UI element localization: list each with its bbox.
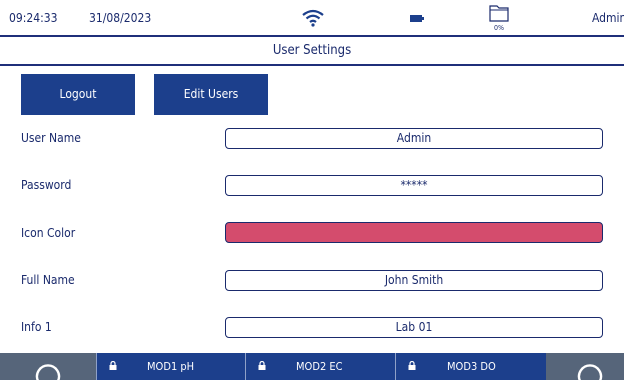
module-tab-1[interactable]: MOD1 pH xyxy=(96,353,245,380)
module-bar: MOD1 pH MOD2 EC MOD3 DO xyxy=(0,353,624,380)
module-label: MOD2 EC xyxy=(296,360,343,373)
icon-color-swatch[interactable] xyxy=(225,222,603,243)
right-nav-button[interactable] xyxy=(546,353,624,380)
page-title: User Settings xyxy=(0,37,624,66)
lock-icon xyxy=(408,361,416,370)
storage-indicator: 0% xyxy=(486,4,512,34)
user-name-field[interactable]: Admin xyxy=(225,128,603,149)
full-name-label: Full Name xyxy=(21,273,75,287)
info1-field[interactable]: Lab 01 xyxy=(225,317,603,338)
clock-time: 09:24:33 xyxy=(9,11,58,25)
icon-color-label: Icon Color xyxy=(21,226,76,240)
storage-percent: 0% xyxy=(494,24,504,32)
logout-button[interactable]: Logout xyxy=(21,74,135,115)
edit-users-button[interactable]: Edit Users xyxy=(154,74,268,115)
full-name-field[interactable]: John Smith xyxy=(225,270,603,291)
module-tab-2[interactable]: MOD2 EC xyxy=(245,353,395,380)
password-label: Password xyxy=(21,178,72,192)
password-field[interactable]: ***** xyxy=(225,175,603,196)
module-label: MOD1 pH xyxy=(147,360,195,373)
battery-icon xyxy=(410,15,424,22)
clock-date: 31/08/2023 xyxy=(89,11,152,25)
module-label: MOD3 DO xyxy=(447,360,496,373)
current-user[interactable]: Admin xyxy=(592,11,624,25)
left-nav-button[interactable] xyxy=(0,353,96,380)
module-tab-3[interactable]: MOD3 DO xyxy=(395,353,546,380)
rotate-right-icon xyxy=(577,364,603,380)
user-name-label: User Name xyxy=(21,131,81,145)
wifi-icon xyxy=(302,9,324,27)
rotate-left-icon xyxy=(35,364,61,380)
info1-label: Info 1 xyxy=(21,320,52,334)
folder-icon xyxy=(489,5,509,22)
lock-icon xyxy=(109,361,117,370)
status-bar: 09:24:33 31/08/2023 0% Admin xyxy=(0,0,624,37)
lock-icon xyxy=(258,361,266,370)
